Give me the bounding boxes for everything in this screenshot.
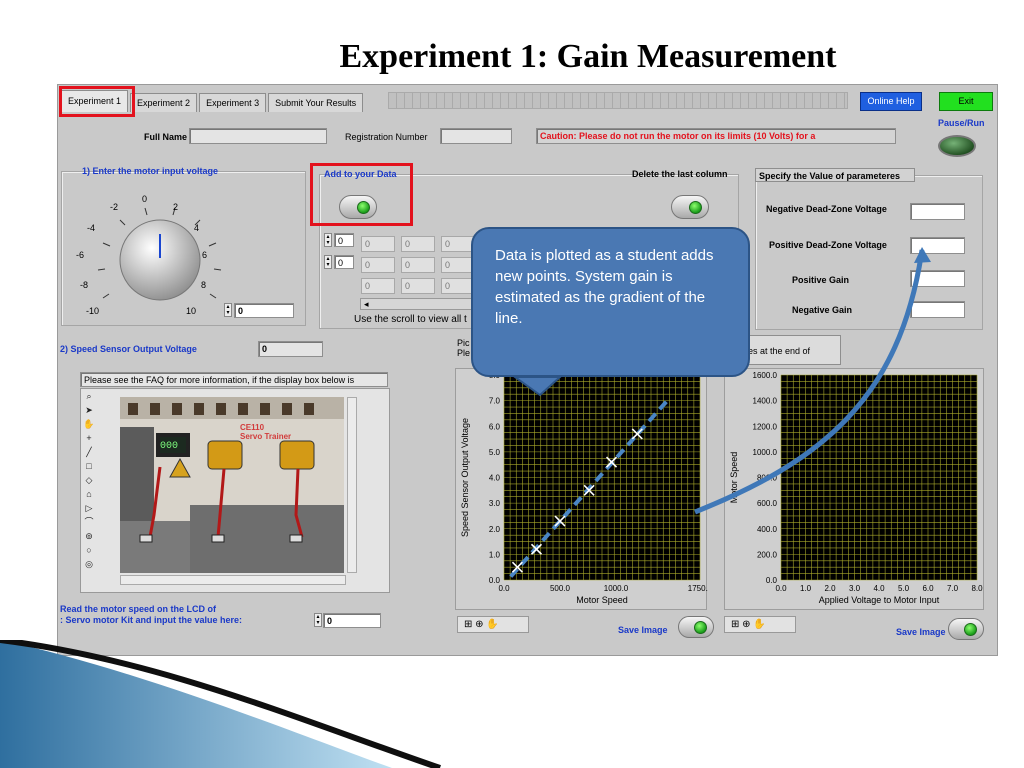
- callout-box: Data is plotted as a student adds new po…: [471, 227, 750, 377]
- slide-swoosh-decoration: [0, 640, 441, 768]
- slide: Experiment 1: Gain Measurement Experimen…: [0, 0, 1024, 768]
- callout-pointer: [511, 376, 563, 397]
- arrow-head: [914, 247, 931, 263]
